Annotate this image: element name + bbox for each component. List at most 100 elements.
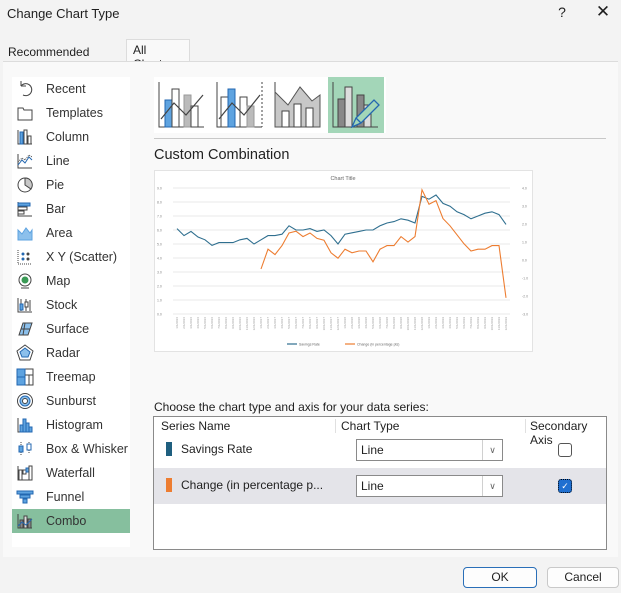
sidebar-item-surface[interactable]: Surface <box>12 317 130 341</box>
x-tick-label: 8/1/2017 <box>308 317 312 329</box>
x-tick-label: 6/1/2017 <box>294 317 298 329</box>
x-tick-label: 4/1/2019 <box>448 317 452 329</box>
sidebar-item-histogram[interactable]: Histogram <box>12 413 130 437</box>
x-tick-label: 9/1/2016 <box>231 317 235 329</box>
y-tick-label: 7.0 <box>157 215 162 219</box>
sidebar-item-line[interactable]: Line <box>12 149 130 173</box>
series-table: Series Name Chart Type Secondary Axis Sa… <box>153 416 607 550</box>
chevron-down-icon[interactable]: ∨ <box>482 440 502 460</box>
x-tick-label: 2/1/2018 <box>350 317 354 329</box>
stock-chart-icon <box>16 296 34 314</box>
sidebar-item-box-whisker[interactable]: Box & Whisker <box>12 437 130 461</box>
y2-tick-label: 4.0 <box>522 187 527 191</box>
x-tick-label: 12/1/2019 <box>504 317 508 331</box>
sidebar-item-sunburst[interactable]: Sunburst <box>12 389 130 413</box>
subtype-clustered-column-line[interactable] <box>154 77 210 133</box>
x-tick-label: 8/1/2019 <box>476 317 480 329</box>
x-tick-label: 1/1/2019 <box>427 317 431 329</box>
x-tick-label: 11/1/2017 <box>329 317 333 330</box>
x-tick-label: 3/1/2016 <box>189 317 193 329</box>
secondary-axis-checkbox[interactable]: ✓ <box>558 479 572 493</box>
sidebar-item-label: Line <box>46 154 70 168</box>
chevron-down-icon[interactable]: ∨ <box>482 476 502 496</box>
subtype-custom-combination[interactable] <box>328 77 384 133</box>
column-divider <box>335 419 336 433</box>
sidebar-item-label: Recent <box>46 82 86 96</box>
x-tick-label: 1/1/2017 <box>259 317 263 329</box>
y2-tick-label: 1.0 <box>522 241 527 245</box>
funnel-chart-icon <box>16 488 34 506</box>
tab-all-charts[interactable]: All Charts <box>126 39 190 71</box>
series-line-savings-rate <box>176 194 507 247</box>
sidebar-item-label: Waterfall <box>46 466 95 480</box>
tab-recommended-charts[interactable]: Recommended Charts <box>2 41 124 73</box>
x-tick-label: 2/1/2019 <box>434 317 438 329</box>
subtype-clustered-column-line-secondary[interactable] <box>212 77 268 133</box>
x-tick-label: 4/1/2017 <box>280 317 284 329</box>
series-row-change[interactable]: Change (in percentage p... Line ∨ ✓ <box>154 468 606 504</box>
sidebar-item-label: Treemap <box>46 370 96 384</box>
x-tick-label: 1/1/2016 <box>175 317 179 329</box>
chart-type-dropdown[interactable]: Line ∨ <box>356 475 503 497</box>
sidebar-item-bar[interactable]: Bar <box>12 197 130 221</box>
column-chart-icon <box>16 128 34 146</box>
subtype-stacked-area-column[interactable] <box>270 77 326 133</box>
y-tick-label: 0.0 <box>157 313 162 317</box>
sidebar-item-waterfall[interactable]: Waterfall <box>12 461 130 485</box>
custom-combination-icon <box>332 82 380 129</box>
waterfall-chart-icon <box>16 464 34 482</box>
x-tick-label: 12/1/2017 <box>336 317 340 331</box>
sidebar-item-label: Sunburst <box>46 394 97 408</box>
x-tick-label: 9/1/2019 <box>483 317 487 329</box>
sidebar-item-pie[interactable]: Pie <box>12 173 130 197</box>
sidebar-item-label: Area <box>46 226 73 240</box>
close-button[interactable]: ✕ <box>593 2 613 22</box>
pie-chart-icon <box>16 176 34 194</box>
x-tick-label: 10/1/2019 <box>490 317 494 331</box>
x-tick-label: 5/1/2016 <box>203 317 207 329</box>
dialog-title: Change Chart Type <box>7 6 120 21</box>
sidebar-item-column[interactable]: Column <box>12 125 130 149</box>
sidebar-item-area[interactable]: Area <box>12 221 130 245</box>
sidebar-item-combo[interactable]: Combo <box>12 509 130 533</box>
radar-chart-icon <box>16 344 34 362</box>
x-tick-label: 10/1/2018 <box>406 317 410 331</box>
x-tick-label: 1/1/2018 <box>343 317 347 329</box>
series-row-savings-rate[interactable]: Savings Rate Line ∨ <box>154 432 606 468</box>
help-button[interactable]: ? <box>554 4 570 20</box>
cancel-button[interactable]: Cancel <box>547 567 619 588</box>
x-tick-label: 11/1/2018 <box>413 317 417 330</box>
series-color-swatch <box>166 478 172 492</box>
chart-type-dropdown[interactable]: Line ∨ <box>356 439 503 461</box>
sidebar-item-stock[interactable]: Stock <box>12 293 130 317</box>
folder-icon <box>16 104 34 122</box>
x-tick-label: 12/1/2016 <box>252 317 256 331</box>
y-tick-label: 2.0 <box>157 285 162 289</box>
ok-button[interactable]: OK <box>463 567 537 588</box>
title-bar: Change Chart Type ? ✕ <box>0 0 621 28</box>
histogram-chart-icon <box>16 416 34 434</box>
sidebar-item-x-y-scatter[interactable]: X Y (Scatter) <box>12 245 130 269</box>
sidebar-item-funnel[interactable]: Funnel <box>12 485 130 509</box>
y2-tick-label: -2.0 <box>522 295 528 299</box>
sidebar-item-recent[interactable]: Recent <box>12 77 130 101</box>
surface-chart-icon <box>16 320 34 338</box>
x-tick-label: 10/1/2016 <box>238 317 242 331</box>
chart-preview: Chart Title 0.0 1.0 2.0 3.0 4.0 5.0 6.0 7.0 8.0 9.… <box>154 170 533 352</box>
sidebar-item-label: Pie <box>46 178 65 192</box>
legend-label: Savings Rate <box>299 343 320 347</box>
undo-icon <box>16 80 34 98</box>
sidebar-item-label: Map <box>46 274 71 288</box>
y-tick-label: 1.0 <box>157 299 162 303</box>
y-tick-label: 9.0 <box>157 187 162 191</box>
sidebar-item-templates[interactable]: Templates <box>12 101 130 125</box>
sidebar-item-map[interactable]: Map <box>12 269 130 293</box>
secondary-axis-checkbox[interactable] <box>558 443 572 457</box>
preview-chart: Chart Title 0.0 1.0 2.0 3.0 4.0 5.0 6.0 7.0 8.0 9.… <box>157 176 528 347</box>
sidebar-item-label: Box & Whisker <box>46 442 128 456</box>
x-tick-label: 7/1/2016 <box>217 317 221 329</box>
x-tick-label: 5/1/2018 <box>371 317 375 329</box>
x-tick-label: 8/1/2018 <box>392 317 396 329</box>
sidebar-item-treemap[interactable]: Treemap <box>12 365 130 389</box>
sidebar-item-radar[interactable]: Radar <box>12 341 130 365</box>
